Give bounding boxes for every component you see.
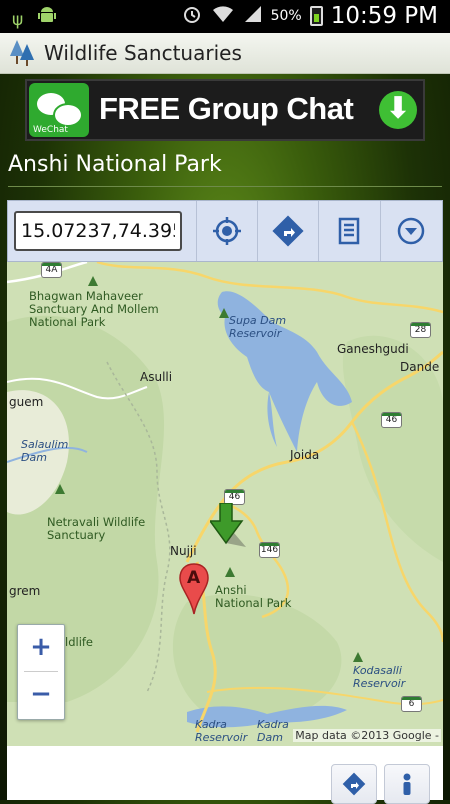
park-tree-icon (55, 484, 65, 494)
map-toolbar (7, 200, 443, 262)
status-bar: ψ 50% 10:59 PM (0, 0, 450, 33)
map-label-supa: Supa Dam Reservoir (229, 314, 287, 340)
map-label-asulli: Asulli (140, 370, 173, 384)
map-label-ldlife: ldlife (65, 635, 94, 649)
map-pin-letter: A (187, 568, 201, 588)
current-location-arrow-icon (210, 503, 246, 547)
ad-logo-caption: WeChat (33, 125, 68, 135)
pine-trees-icon (8, 38, 36, 68)
map-label-dande: Dande (400, 360, 440, 374)
park-tree-icon (353, 652, 363, 662)
highway-shield-4a: 4A (41, 262, 62, 278)
my-location-icon (213, 217, 241, 245)
ad-banner[interactable]: WeChat FREE Group Chat ⬇ (25, 79, 425, 141)
ad-text: FREE Group Chat (99, 91, 354, 126)
alarm-icon (181, 3, 203, 29)
battery-percent: 50% (270, 8, 302, 24)
info-person-button[interactable] (384, 764, 430, 804)
dropdown-menu-button[interactable] (380, 201, 441, 261)
map-view[interactable]: 4A 28 46 46 146 6 Bhagwan Mahaveer Sanct… (7, 262, 443, 746)
dropdown-menu-icon (397, 217, 425, 245)
highway-shield-146: 146 (259, 542, 280, 558)
directions-icon (272, 215, 304, 247)
list-icon (338, 217, 360, 245)
highway-shield-6: 6 (401, 696, 422, 712)
zoom-controls: + − (17, 624, 65, 720)
park-tree-icon (88, 276, 98, 286)
map-label-kadra: Kadra Reservoir (195, 718, 248, 744)
bottom-directions-button[interactable] (331, 764, 377, 804)
map-label-grem: grem (9, 584, 41, 598)
map-label-bhagwan: Bhagwan Mahaveer Sanctuary And Mollem Na… (29, 289, 159, 329)
highway-shield-28: 28 (410, 322, 431, 338)
directions-icon (342, 772, 366, 796)
map-attribution: Map data ©2013 Google - (293, 729, 441, 742)
park-title: Anshi National Park (8, 152, 222, 177)
android-icon (37, 6, 57, 33)
wechat-logo: WeChat (29, 83, 89, 137)
park-tree-icon (219, 308, 229, 318)
map-label-nujji: Nujji (170, 544, 197, 558)
clock: 10:59 PM (330, 3, 438, 29)
signal-icon (243, 4, 263, 28)
coordinates-input[interactable] (14, 211, 182, 251)
map-label-ganeshgudi: Ganeshgudi (337, 342, 409, 356)
map-label-kodasalli: Kodasalli Reservoir (353, 664, 406, 690)
download-arrow-icon: ⬇ (379, 91, 417, 129)
bottom-panel (7, 746, 443, 804)
map-label-joida: Joida (290, 448, 320, 462)
wifi-icon (211, 4, 235, 28)
zoom-out-button[interactable]: − (18, 672, 64, 718)
usb-icon: ψ (12, 9, 24, 30)
directions-button[interactable] (257, 201, 318, 261)
map-label-anshi: Anshi National Park (215, 583, 292, 610)
action-bar: Wildlife Sanctuaries (0, 33, 450, 74)
map-label-guem: guem (9, 395, 44, 409)
divider (8, 186, 442, 187)
my-location-button[interactable] (196, 201, 257, 261)
map-label-netravali: Netravali Wildlife Sanctuary (47, 515, 146, 542)
battery-charging-icon (309, 6, 323, 26)
info-person-icon (403, 773, 411, 795)
park-tree-icon (225, 567, 235, 577)
zoom-in-button[interactable]: + (18, 625, 64, 671)
highway-shield-46-east: 46 (381, 412, 402, 428)
app-title: Wildlife Sanctuaries (44, 41, 242, 65)
list-button[interactable] (318, 201, 379, 261)
map-label-salaulim: Salaulim Dam (21, 438, 69, 464)
